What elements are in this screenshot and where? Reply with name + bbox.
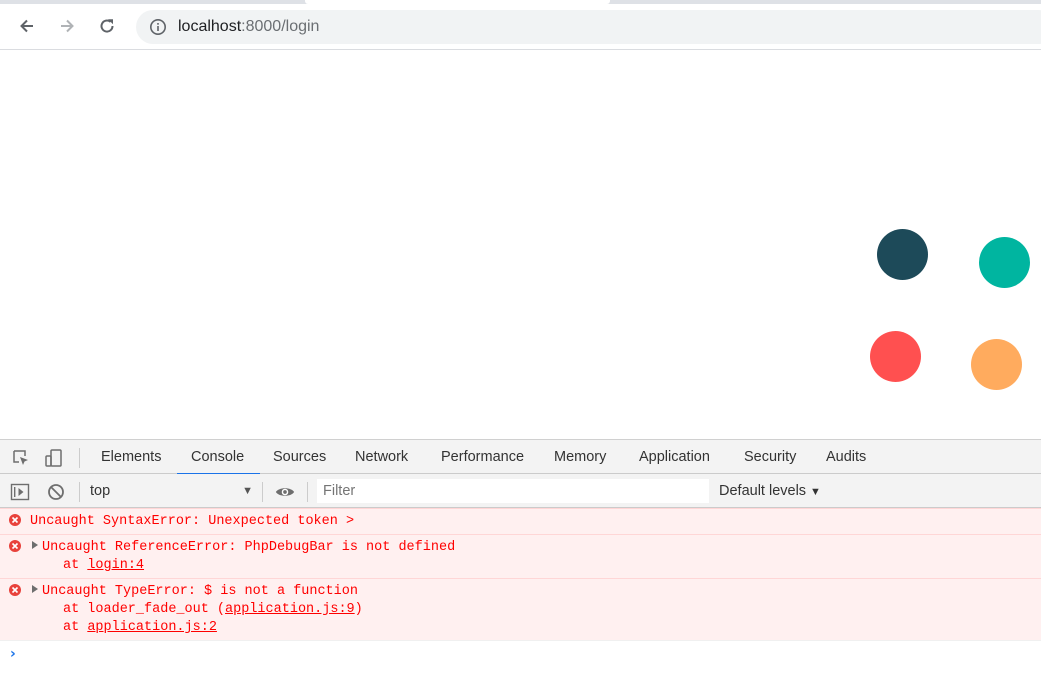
- site-info-icon[interactable]: [149, 18, 167, 36]
- source-link[interactable]: application.js:2: [87, 620, 217, 635]
- error-text: Uncaught SyntaxError: Unexpected token >: [30, 514, 355, 529]
- stack-frame: at application.js:2: [0, 619, 1041, 637]
- dropdown-arrow-icon: ▼: [810, 486, 821, 498]
- context-value: top: [90, 483, 111, 499]
- tab-audits[interactable]: Audits: [824, 440, 868, 474]
- console-error-message[interactable]: Uncaught SyntaxError: Unexpected token >: [0, 508, 1041, 534]
- forward-button[interactable]: [52, 11, 82, 41]
- dropdown-arrow-icon: ▼: [242, 485, 253, 497]
- back-arrow-icon: [20, 19, 33, 33]
- browser-toolbar: localhost:8000/login: [0, 4, 1041, 50]
- expand-triangle-icon[interactable]: [32, 541, 38, 549]
- red-dot: [870, 331, 921, 382]
- stack-prefix: at: [63, 558, 88, 573]
- stack-frame: at loader_fade_out (application.js:9): [0, 601, 1041, 619]
- url-host: localhost: [178, 18, 242, 35]
- console-error-message[interactable]: Uncaught ReferenceError: PhpDebugBar is …: [0, 534, 1041, 578]
- tab-memory[interactable]: Memory: [552, 440, 608, 474]
- live-expression-eye-icon[interactable]: [275, 482, 295, 502]
- reload-button[interactable]: [92, 11, 122, 41]
- toolbar-divider: [79, 482, 80, 502]
- console-prompt[interactable]: ›: [0, 640, 1041, 666]
- log-levels-dropdown[interactable]: Default levels ▼: [719, 481, 821, 501]
- console-toolbar: top ▼ Default levels▼: [0, 474, 1041, 508]
- expand-triangle-icon[interactable]: [32, 585, 38, 593]
- console-error-message[interactable]: Uncaught TypeError: $ is not a function …: [0, 578, 1041, 640]
- toolbar-divider: [307, 482, 308, 502]
- context-selector[interactable]: top ▼: [90, 481, 255, 501]
- show-sidebar-icon[interactable]: [10, 482, 30, 502]
- toolbar-divider: [262, 482, 263, 502]
- stack-prefix: at loader_fade_out (: [63, 602, 226, 617]
- error-text: Uncaught ReferenceError: PhpDebugBar is …: [42, 540, 456, 555]
- tab-sources[interactable]: Sources: [271, 440, 328, 474]
- tab-security[interactable]: Security: [742, 440, 798, 474]
- clear-console-icon[interactable]: [46, 482, 66, 502]
- tab-console[interactable]: Console: [176, 440, 261, 475]
- devtools-panel: Elements Console Sources Network Perform…: [0, 439, 1041, 687]
- page-viewport: [0, 51, 1041, 439]
- tab-network[interactable]: Network: [353, 440, 410, 474]
- error-icon: [9, 540, 21, 552]
- console-messages: Uncaught SyntaxError: Unexpected token >…: [0, 508, 1041, 666]
- log-levels-label: Default levels: [719, 483, 807, 499]
- inspect-element-icon[interactable]: [11, 448, 31, 468]
- tab-elements[interactable]: Elements: [99, 440, 163, 474]
- filter-input[interactable]: [317, 479, 709, 503]
- address-bar[interactable]: localhost:8000/login: [136, 10, 1041, 44]
- orange-dot: [971, 339, 1022, 390]
- error-text: Uncaught TypeError: $ is not a function: [42, 584, 358, 599]
- stack-prefix: at: [63, 620, 88, 635]
- reload-icon: [100, 19, 114, 33]
- teal-dot: [979, 237, 1030, 288]
- source-link[interactable]: application.js:9: [225, 602, 355, 617]
- error-icon: [9, 514, 21, 526]
- prompt-chevron-icon: ›: [10, 646, 16, 662]
- devtools-tab-bar: Elements Console Sources Network Perform…: [0, 440, 1041, 475]
- stack-frame: at login:4: [0, 557, 1041, 575]
- stack-suffix: ): [354, 602, 363, 617]
- error-icon: [9, 584, 21, 596]
- tab-performance[interactable]: Performance: [439, 440, 526, 474]
- url-path: :8000/login: [241, 18, 320, 35]
- dark-teal-dot: [877, 229, 928, 280]
- tab-application[interactable]: Application: [637, 440, 712, 474]
- source-link[interactable]: login:4: [87, 558, 144, 573]
- url-text: localhost:8000/login: [178, 18, 319, 36]
- back-button[interactable]: [12, 11, 42, 41]
- toolbar-divider: [79, 448, 80, 468]
- forward-arrow-icon: [61, 19, 74, 33]
- device-toolbar-icon[interactable]: [44, 448, 64, 468]
